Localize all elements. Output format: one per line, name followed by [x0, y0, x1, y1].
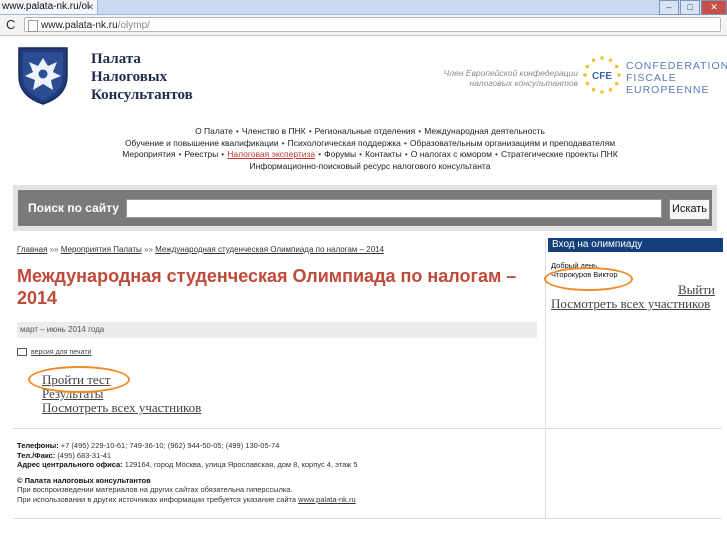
search-panel: Поиск по сайту Искать: [18, 190, 712, 226]
nav-link-events[interactable]: Мероприятия: [122, 149, 175, 159]
footer-phones: Телефоны: +7 (495) 229-10-61; 749-36-10;…: [17, 441, 358, 451]
page-icon: [28, 20, 38, 32]
phones-value: +7 (495) 229-10-61; 749-36-10; (962) 944…: [60, 441, 280, 450]
printer-icon: [17, 348, 27, 356]
footer: Телефоны: +7 (495) 229-10-61; 749-36-10;…: [17, 441, 358, 504]
nav-link-humor[interactable]: О налогах с юмором: [411, 149, 492, 159]
view-participants-link[interactable]: Посмотреть всех участников: [42, 401, 201, 415]
logo-line: Палата: [91, 51, 141, 67]
footer-note: При воспроизведении материалов на других…: [17, 485, 293, 494]
page-title: Международная студенческая Олимпиада по …: [17, 266, 517, 308]
copyright-text: © Палата налоговых консультантов: [17, 475, 151, 485]
nav-row: Обучение и повышение квалификации • Психол…: [124, 137, 616, 148]
tab-title: www.palata-nk.ru/ol: [2, 1, 90, 12]
nav-link-forums[interactable]: Форумы: [324, 149, 356, 159]
footer-copyright: © Палата налоговых консультантов: [17, 476, 358, 486]
highlight-oval: [544, 267, 633, 291]
divider: [13, 518, 722, 519]
divider: [545, 428, 546, 518]
window-close-icon[interactable]: ✕: [701, 0, 727, 15]
cfe-member-caption: Член Европейской конфедерации налоговых …: [443, 68, 579, 88]
breadcrumb-sep: »»: [144, 245, 153, 254]
cfe-badge-text: CFE: [592, 71, 612, 82]
nav-link-education[interactable]: Образовательным организациям и преподава…: [410, 138, 615, 148]
footer-address: Адрес центрального офиса: 129164, город …: [17, 460, 358, 470]
print-link-label: версия для печати: [31, 348, 92, 356]
search-label: Поиск по сайту: [28, 201, 119, 215]
nav-row: Мероприятия • Реестры • Налоговая экспертиза…: [122, 149, 618, 159]
fax-value: (495) 683-31-41: [57, 450, 112, 460]
footer-note: При использовании в других источниках ин…: [17, 495, 358, 505]
logo-line: Консультантов: [91, 87, 193, 103]
breadcrumb-sep: »»: [49, 245, 59, 254]
nav-link-contacts[interactable]: Контакты: [365, 149, 402, 159]
browser-tab[interactable]: www.palata-nk.ru/ol ✕: [0, 0, 98, 14]
search-bar: Поиск по сайту Искать: [13, 185, 717, 231]
address-value: 129164, город Москва, улица Ярославская,…: [124, 460, 358, 469]
minimize-icon[interactable]: –: [659, 0, 679, 15]
cfe-name: CONFEDERATION FISCALE EUROPEENNE: [626, 60, 727, 96]
main-navigation: О Палате • Членство в ПНК • Региональные отд…: [0, 126, 727, 172]
url-path: /olymp/: [117, 20, 150, 31]
reload-icon[interactable]: C: [6, 16, 15, 34]
breadcrumb-home[interactable]: Главная: [17, 245, 47, 254]
tab-close-icon[interactable]: ✕: [86, 0, 94, 14]
window-controls: – □ ✕: [658, 0, 727, 15]
cfe-stars-logo[interactable]: CFE: [582, 55, 622, 95]
sidebar-participants-link[interactable]: Посмотреть всех участников: [551, 296, 710, 312]
nav-row: Информационно-поисковый ресурс налоговог…: [0, 161, 727, 173]
footer-fax: Тел./Факс: (495) 683-31-41: [17, 451, 358, 461]
site-link[interactable]: www.palata-nk.ru: [298, 495, 356, 504]
breadcrumb-current[interactable]: Международная студенческая Олимпиада по …: [155, 245, 384, 254]
nav-link-membership[interactable]: Членство в ПНК: [242, 126, 306, 136]
breadcrumb: Главная »» Мероприятия Палаты »» Междуна…: [17, 245, 384, 254]
divider: [13, 428, 722, 429]
nav-link-projects[interactable]: Стратегические проекты ПНК: [501, 149, 618, 159]
cfe-name-line: EUROPEENNE: [626, 84, 710, 96]
nav-link-regional[interactable]: Региональные отделения: [315, 126, 416, 136]
breadcrumb-events[interactable]: Мероприятия Палаты: [61, 245, 142, 254]
nav-link-training[interactable]: Обучение и повышение квалификации: [125, 138, 279, 148]
nav-link-registries[interactable]: Реестры: [185, 149, 219, 159]
maximize-icon[interactable]: □: [680, 0, 700, 15]
event-dates: март – июнь 2014 года: [17, 322, 537, 338]
footer-note-text: При использовании в других источниках ин…: [17, 494, 297, 504]
cfe-name-line: FISCALE: [626, 72, 677, 84]
search-button[interactable]: Искать: [669, 199, 710, 220]
url-host: www.palata-nk.ru: [41, 20, 118, 31]
nav-link-international[interactable]: Международная деятельность: [424, 126, 545, 136]
nav-row: О Палате • Членство в ПНК • Региональные отд…: [195, 126, 545, 136]
nav-link-tax-expertise[interactable]: Налоговая экспертиза: [227, 149, 315, 159]
login-panel-heading: Вход на олимпиаду: [548, 238, 723, 252]
fax-label: Тел./Факс:: [17, 450, 56, 460]
print-version-link[interactable]: версия для печати: [17, 348, 91, 356]
address-label: Адрес центрального офиса:: [17, 460, 123, 469]
palata-emblem-logo[interactable]: [13, 44, 73, 106]
phones-label: Телефоны:: [17, 441, 59, 450]
cfe-name-line: CONFEDERATION: [626, 60, 727, 72]
nav-link-about[interactable]: О Палате: [195, 126, 233, 136]
browser-toolbar: C www.palata-nk.ru/olymp/: [0, 15, 727, 36]
address-bar[interactable]: www.palata-nk.ru/olymp/: [24, 17, 721, 32]
logo-title[interactable]: Палата Налоговых Консультантов: [91, 50, 193, 104]
window-titlebar: www.palata-nk.ru/ol ✕ – □ ✕: [0, 0, 727, 15]
nav-link-info-resource[interactable]: Информационно-поисковый ресурс налоговог…: [250, 161, 491, 171]
highlight-oval: [28, 366, 130, 393]
search-input[interactable]: [126, 199, 662, 218]
olympiad-login-panel: Вход на олимпиаду Добрый день, Чторокуро…: [545, 238, 723, 426]
logo-line: Налоговых: [91, 69, 168, 85]
nav-link-psych-support[interactable]: Психологическая поддержка: [288, 138, 401, 148]
